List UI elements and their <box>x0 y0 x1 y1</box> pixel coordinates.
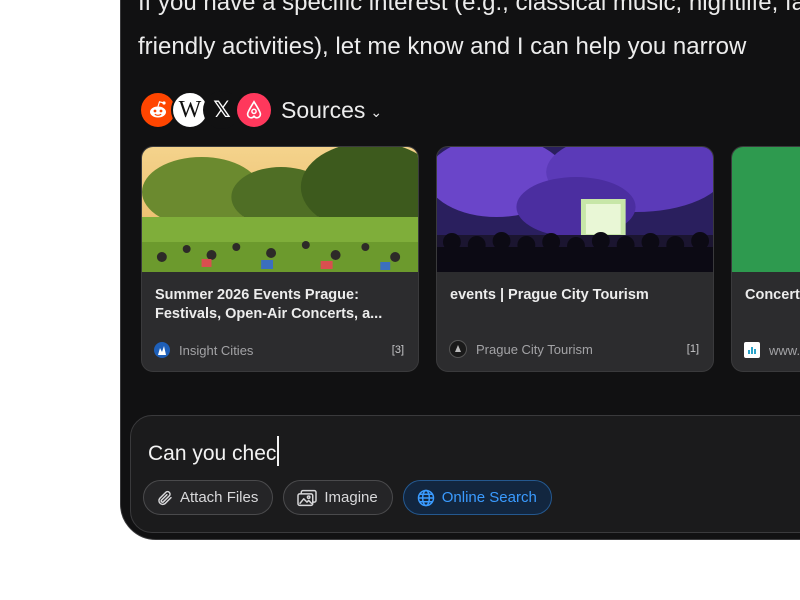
chevron-down-icon: ⌄ <box>370 103 383 120</box>
online-search-label: Online Search <box>441 489 537 506</box>
chat-screen: If you have a specific interest (e.g., c… <box>121 0 800 539</box>
card-title: Concerts in Prague, <box>745 287 800 303</box>
device-frame: If you have a specific interest (e.g., c… <box>120 0 800 540</box>
site-favicon-icon <box>744 342 760 358</box>
card-thumbnail-park <box>142 147 418 272</box>
message-input-value: Can you chec <box>148 442 277 465</box>
sources-toggle[interactable]: W 𝕏 Sources ⌄ <box>139 90 382 130</box>
source-card[interactable]: events | Prague City Tourism Prague City… <box>436 146 714 372</box>
composer-toolbar: Attach Files Imagine Online Search <box>143 480 552 515</box>
airbnb-icon <box>235 91 273 129</box>
imagine-label: Imagine <box>324 489 378 506</box>
text-caret <box>277 436 279 466</box>
imagine-button[interactable]: Imagine <box>283 480 393 515</box>
globe-icon <box>417 489 434 506</box>
card-thumbnail-green <box>732 147 800 272</box>
paperclip-icon <box>158 490 172 505</box>
card-footer: Insight Cities [3] <box>154 342 404 358</box>
prague-city-tourism-icon <box>449 340 467 358</box>
answer-line-1: If you have a specific interest (e.g., c… <box>138 0 800 16</box>
x-glyph: 𝕏 <box>213 97 231 122</box>
source-card[interactable]: Summer 2026 Events Prague: Festivals, Op… <box>141 146 419 372</box>
wikipedia-glyph: W <box>178 96 202 123</box>
assistant-answer-text: If you have a specific interest (e.g., c… <box>138 0 800 69</box>
attach-files-button[interactable]: Attach Files <box>143 480 274 515</box>
source-cards: Summer 2026 Events Prague: Festivals, Op… <box>141 146 800 372</box>
citation-number: [3] <box>391 344 404 356</box>
attach-files-label: Attach Files <box>180 489 259 506</box>
sources-label: Sources <box>281 96 366 123</box>
message-input[interactable]: Can you chec <box>148 436 279 466</box>
source-card[interactable]: Concerts in Prague, www. <box>731 146 800 372</box>
card-site-name: www. <box>769 342 800 358</box>
card-title: Summer 2026 Events Prague: Festivals, Op… <box>155 287 383 322</box>
citation-number: [1] <box>686 343 699 355</box>
card-title: events | Prague City Tourism <box>450 287 649 303</box>
card-site-name: Insight Cities <box>179 342 254 358</box>
card-site-name: Prague City Tourism <box>476 341 593 357</box>
insight-cities-icon <box>154 342 170 358</box>
message-composer[interactable]: Can you chec Attach Files Imagine Online… <box>130 415 800 533</box>
card-footer: www. <box>744 342 800 358</box>
answer-line-2: friendly activities), let me know and I … <box>138 33 747 60</box>
online-search-button[interactable]: Online Search <box>402 480 552 515</box>
card-thumbnail-concert <box>437 147 713 272</box>
image-icon <box>297 489 318 506</box>
card-footer: Prague City Tourism [1] <box>449 340 699 358</box>
